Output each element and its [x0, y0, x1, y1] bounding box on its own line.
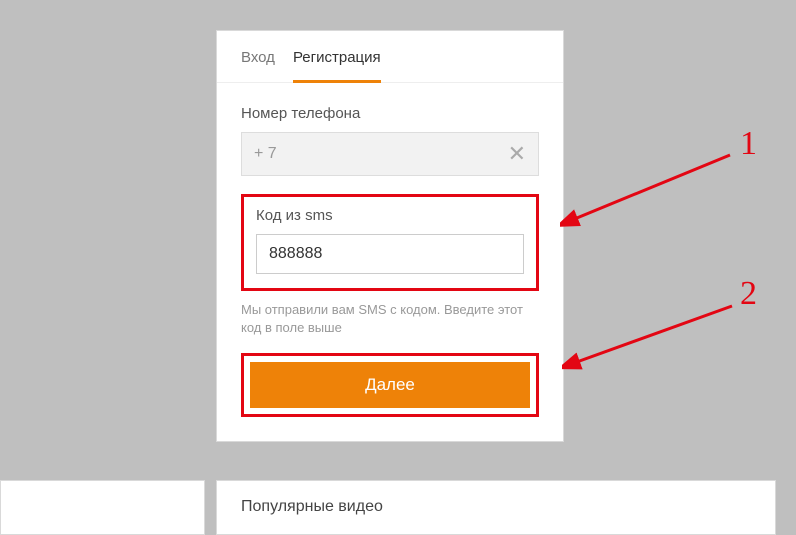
annotation-arrow-2: [562, 298, 742, 378]
phone-label: Номер телефона: [241, 105, 539, 122]
registration-panel: Вход Регистрация Номер телефона + 7 ✕ Ко…: [216, 30, 564, 442]
footer-left-block: [0, 480, 205, 535]
sms-code-input[interactable]: [256, 234, 524, 274]
next-button[interactable]: Далее: [250, 362, 530, 408]
sms-hint: Мы отправили вам SMS с кодом. Введите эт…: [241, 301, 539, 337]
tabs: Вход Регистрация: [217, 31, 563, 83]
footer-popular-videos[interactable]: Популярные видео: [216, 480, 776, 535]
form-body: Номер телефона + 7 ✕ Код из sms Мы отпра…: [217, 83, 563, 441]
tab-login[interactable]: Вход: [241, 49, 275, 82]
clear-icon[interactable]: ✕: [508, 143, 526, 165]
phone-input-row[interactable]: + 7 ✕: [241, 132, 539, 176]
tab-register[interactable]: Регистрация: [293, 49, 381, 83]
annotation-label-2: 2: [740, 275, 757, 313]
sms-code-highlight: Код из sms: [241, 194, 539, 291]
annotation-arrow-1: [560, 145, 740, 235]
sms-code-label: Код из sms: [256, 207, 524, 224]
next-button-highlight: Далее: [241, 353, 539, 417]
annotation-label-1: 1: [740, 125, 757, 163]
bottom-strip: Популярные видео: [0, 480, 796, 535]
phone-prefix: + 7: [254, 145, 277, 163]
